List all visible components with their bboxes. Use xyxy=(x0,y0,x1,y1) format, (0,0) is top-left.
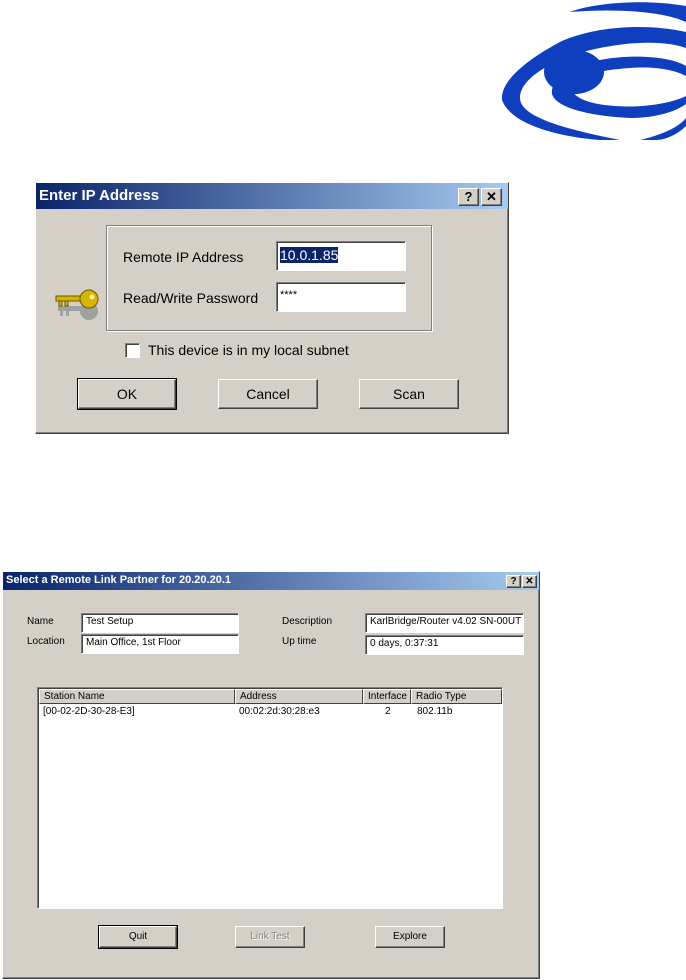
station-name-cell: [00-02-2D-30-28-E3] xyxy=(43,706,135,717)
remote-ip-input[interactable]: 10.0.1.85 xyxy=(276,241,406,271)
link-partner-titlebar[interactable]: Select a Remote Link Partner for 20.20.2… xyxy=(3,572,539,590)
quit-button[interactable]: Quit xyxy=(98,925,178,949)
location-label: Location xyxy=(27,636,65,647)
scan-button[interactable]: Scan xyxy=(359,379,459,409)
column-radio-type[interactable]: Radio Type xyxy=(411,689,502,704)
column-interface[interactable]: Interface xyxy=(363,689,411,704)
station-list[interactable]: Station Name Address Interface Radio Typ… xyxy=(37,687,503,909)
remote-ip-label: Remote IP Address xyxy=(123,249,244,265)
help-button[interactable]: ? xyxy=(506,575,521,588)
column-address[interactable]: Address xyxy=(235,689,363,704)
address-cell: 00:02:2d:30:28:e3 xyxy=(239,706,320,717)
help-button[interactable]: ? xyxy=(458,188,479,206)
local-subnet-checkbox[interactable] xyxy=(125,343,140,358)
password-label: Read/Write Password xyxy=(123,290,259,306)
local-subnet-label: This device is in my local subnet xyxy=(148,342,349,358)
name-field[interactable]: Test Setup xyxy=(81,613,239,633)
link-partner-dialog: Select a Remote Link Partner for 20.20.2… xyxy=(2,571,540,979)
description-label: Description xyxy=(282,616,333,627)
password-value: **** xyxy=(280,289,298,301)
company-logo xyxy=(501,2,686,140)
close-button[interactable]: ✕ xyxy=(481,188,502,206)
key-icon xyxy=(55,289,99,320)
cancel-button[interactable]: Cancel xyxy=(218,379,318,409)
uptime-field[interactable]: 0 days, 0:37:31 xyxy=(365,635,524,655)
close-button[interactable]: ✕ xyxy=(522,575,537,588)
link-test-button[interactable]: Link Test xyxy=(235,926,305,948)
uptime-label: Up time xyxy=(282,636,317,647)
description-field[interactable]: KarlBridge/Router v4.02 SN-00UT xyxy=(365,613,524,633)
explore-button[interactable]: Explore xyxy=(375,926,445,948)
dialog-title: Select a Remote Link Partner for 20.20.2… xyxy=(6,574,231,586)
radio-type-cell: 802.11b xyxy=(417,706,453,717)
ok-button[interactable]: OK xyxy=(77,378,177,410)
remote-ip-value: 10.0.1.85 xyxy=(280,247,339,263)
enter-ip-titlebar[interactable]: Enter IP Address ? ✕ xyxy=(36,183,508,209)
location-field[interactable]: Main Office, 1st Floor xyxy=(81,634,239,654)
table-row[interactable]: [00-02-2D-30-28-E3] 00:02:2d:30:28:e3 2 … xyxy=(39,705,501,719)
name-label: Name xyxy=(27,616,54,627)
column-station-name[interactable]: Station Name xyxy=(39,689,235,704)
password-input[interactable]: **** xyxy=(276,282,406,312)
enter-ip-dialog: Enter IP Address ? ✕ Remote IP Address 1… xyxy=(35,182,509,434)
dialog-title: Enter IP Address xyxy=(39,187,160,204)
interface-cell: 2 xyxy=(385,706,391,717)
